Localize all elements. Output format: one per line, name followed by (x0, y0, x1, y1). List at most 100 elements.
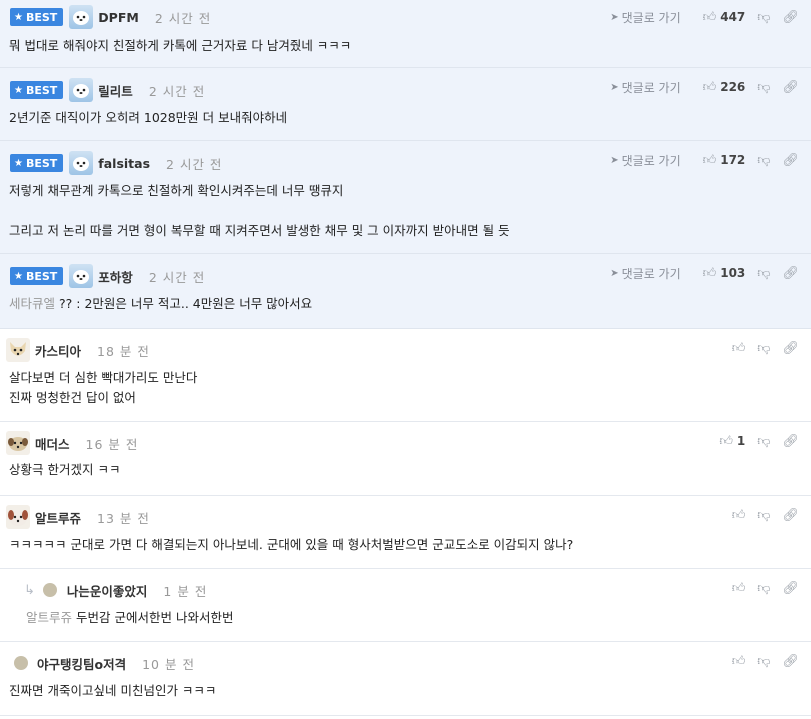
thumbs-up-icon: 👍︎ (702, 265, 717, 281)
avatar[interactable] (6, 505, 30, 529)
downvote-button[interactable]: 👎︎ (757, 266, 770, 281)
comment-actions: ➤ 댓글로 가기 👍︎ 447 👎︎ 🔗︎ (598, 0, 799, 34)
author-name[interactable]: 카스티아 (35, 341, 81, 360)
author-name[interactable]: DPFM (98, 10, 139, 25)
send-icon: ➤ (610, 154, 619, 166)
comment-header: ★ BEST 릴리트 2 시간 전 (0, 73, 205, 107)
link-button[interactable]: 🔗︎ (782, 266, 799, 281)
avatar[interactable] (69, 151, 94, 175)
avatar[interactable] (6, 338, 30, 362)
reply-comment: ↳ 나는운이좋았지 1 분 전 👍︎ 👎︎ 🔗︎ 알트루쥬 두번감 군에서한번 나… (0, 569, 811, 642)
link-button[interactable]: 🔗︎ (782, 341, 799, 356)
comment-time: 2 시간 전 (148, 269, 206, 285)
upvote-button[interactable]: 👍︎ 172 (703, 153, 746, 168)
link-button[interactable]: 🔗︎ (782, 581, 799, 596)
comment-time: 18 분 전 (97, 343, 150, 359)
comment-header: 알트루쥬 13 분 전 (0, 500, 150, 534)
like-count: 103 (720, 266, 746, 280)
thumbs-down-icon: 👎︎ (757, 580, 771, 596)
link-icon: 🔗︎ (782, 152, 799, 168)
avatar[interactable] (42, 583, 57, 597)
thumbs-down-icon: 👎︎ (757, 265, 771, 281)
avatar[interactable] (69, 78, 94, 102)
comment: 야구탱킹팀o저격 10 분 전 👍︎ 👎︎ 🔗︎ 진짜면 개죽이고싶네 미친넘인… (0, 642, 811, 716)
link-button[interactable]: 🔗︎ (782, 508, 799, 523)
comment-body: 2년기준 대직이가 오히려 1028만원 더 보내줘야하네 (9, 110, 288, 125)
comment-actions: ➤ 댓글로 가기 👍︎ 172 👎︎ 🔗︎ (598, 143, 799, 177)
downvote-button[interactable]: 👎︎ (757, 80, 770, 95)
downvote-button[interactable]: 👎︎ (757, 508, 770, 523)
thumbs-up-icon: 👍︎ (702, 79, 717, 95)
thumbs-up-icon: 👍︎ (731, 653, 746, 669)
link-button[interactable]: 🔗︎ (782, 654, 799, 669)
upvote-button[interactable]: 👍︎ (732, 508, 746, 523)
comment-body: ㅋㅋㅋㅋㅋ 군대로 가면 다 해결되는지 아나보네. 군대에 있을 때 형사처벌… (9, 537, 574, 552)
downvote-button[interactable]: 👎︎ (757, 10, 770, 25)
upvote-button[interactable]: 👍︎ (732, 581, 746, 596)
best-badge: ★ BEST (10, 267, 64, 285)
go-to-reply-link[interactable]: ➤ 댓글로 가기 (610, 265, 680, 282)
reply-arrow-icon: ↳ (24, 582, 35, 598)
downvote-button[interactable]: 👎︎ (757, 153, 770, 168)
thumbs-down-icon: 👎︎ (757, 9, 771, 25)
author-name[interactable]: 야구탱킹팀o저격 (37, 654, 126, 673)
go-to-reply-link[interactable]: ➤ 댓글로 가기 (610, 152, 680, 169)
author-name[interactable]: 포하항 (98, 267, 133, 286)
link-icon: 🔗︎ (782, 340, 799, 356)
best-comment: ★ BEST 릴리트 2 시간 전 ➤ 댓글로 가기 👍︎ 226 👎︎ 🔗︎ 2년기… (0, 68, 811, 141)
downvote-button[interactable]: 👎︎ (757, 581, 770, 596)
comment-time: 2 시간 전 (166, 156, 223, 172)
comment-body: 진짜면 개죽이고싶네 미친넘인가 ㅋㅋㅋ (9, 683, 217, 698)
star-icon: ★ (14, 270, 23, 282)
star-icon: ★ (14, 157, 23, 169)
upvote-button[interactable]: 👍︎ 447 (703, 10, 746, 25)
downvote-button[interactable]: 👎︎ (757, 654, 770, 669)
comment-body: 알트루쥬 두번감 군에서한번 나와서한번 (26, 610, 234, 625)
author-name[interactable]: 릴리트 (98, 81, 133, 100)
thumbs-up-icon: 👍︎ (731, 507, 746, 523)
comment-body: 저렇게 채무관계 카톡으로 친절하게 확인시켜주는데 너무 땡큐지 그리고 저 … (9, 183, 510, 238)
author-name[interactable]: 알트루쥬 (35, 508, 81, 527)
avatar[interactable] (14, 656, 28, 670)
comment-actions: ➤ 댓글로 가기 👍︎ 226 👎︎ 🔗︎ (598, 70, 799, 104)
upvote-button[interactable]: 👍︎ (732, 654, 746, 669)
link-button[interactable]: 🔗︎ (782, 434, 799, 449)
like-count: 447 (720, 10, 746, 24)
thumbs-up-icon: 👍︎ (719, 433, 733, 449)
mention-tag[interactable]: 세타큐엘 (9, 296, 55, 311)
comment: 매더스 16 분 전 👍︎ 1 👎︎ 🔗︎ 상황극 한거겠지 ㅋㅋ (0, 422, 811, 496)
upvote-button[interactable]: 👍︎ 226 (703, 80, 746, 95)
mention-tag[interactable]: 알트루쥬 (26, 610, 72, 625)
comment-time: 2 시간 전 (148, 83, 206, 99)
author-name[interactable]: falsitas (98, 156, 150, 171)
star-icon: ★ (14, 11, 23, 23)
downvote-button[interactable]: 👎︎ (757, 341, 770, 356)
go-to-reply-link[interactable]: ➤ 댓글로 가기 (610, 9, 680, 26)
link-button[interactable]: 🔗︎ (782, 80, 799, 95)
comment-header: 카스티아 18 분 전 (0, 333, 150, 367)
star-icon: ★ (14, 84, 23, 96)
link-icon: 🔗︎ (782, 433, 799, 449)
downvote-button[interactable]: 👎︎ (757, 434, 770, 449)
best-comment: ★ BEST DPFM 2 시간 전 ➤ 댓글로 가기 👍︎ 447 👎︎ 🔗︎ 뭐 … (0, 0, 811, 68)
link-button[interactable]: 🔗︎ (782, 153, 799, 168)
go-to-reply-link[interactable]: ➤ 댓글로 가기 (610, 79, 680, 96)
avatar[interactable] (69, 264, 94, 288)
comment: 알트루쥬 13 분 전 👍︎ 👎︎ 🔗︎ ㅋㅋㅋㅋㅋ 군대로 가면 다 해결되는… (0, 496, 811, 569)
thumbs-down-icon: 👎︎ (757, 653, 771, 669)
comment-header: ★ BEST 포하항 2 시간 전 (0, 259, 205, 293)
link-icon: 🔗︎ (782, 9, 799, 25)
avatar[interactable] (69, 5, 94, 29)
comment-actions: 👍︎ 👎︎ 🔗︎ (720, 644, 799, 678)
thumbs-up-icon: 👍︎ (702, 152, 717, 168)
avatar[interactable] (6, 431, 30, 455)
like-count: 172 (720, 153, 746, 167)
author-name[interactable]: 매더스 (35, 434, 70, 453)
upvote-button[interactable]: 👍︎ 1 (719, 434, 745, 449)
author-name[interactable]: 나는운이좋았지 (67, 581, 148, 600)
upvote-button[interactable]: 👍︎ 103 (703, 266, 746, 281)
comment-header: ★ BEST DPFM 2 시간 전 (0, 0, 211, 34)
link-button[interactable]: 🔗︎ (782, 10, 799, 25)
best-badge: ★ BEST (10, 8, 64, 26)
upvote-button[interactable]: 👍︎ (732, 341, 746, 356)
